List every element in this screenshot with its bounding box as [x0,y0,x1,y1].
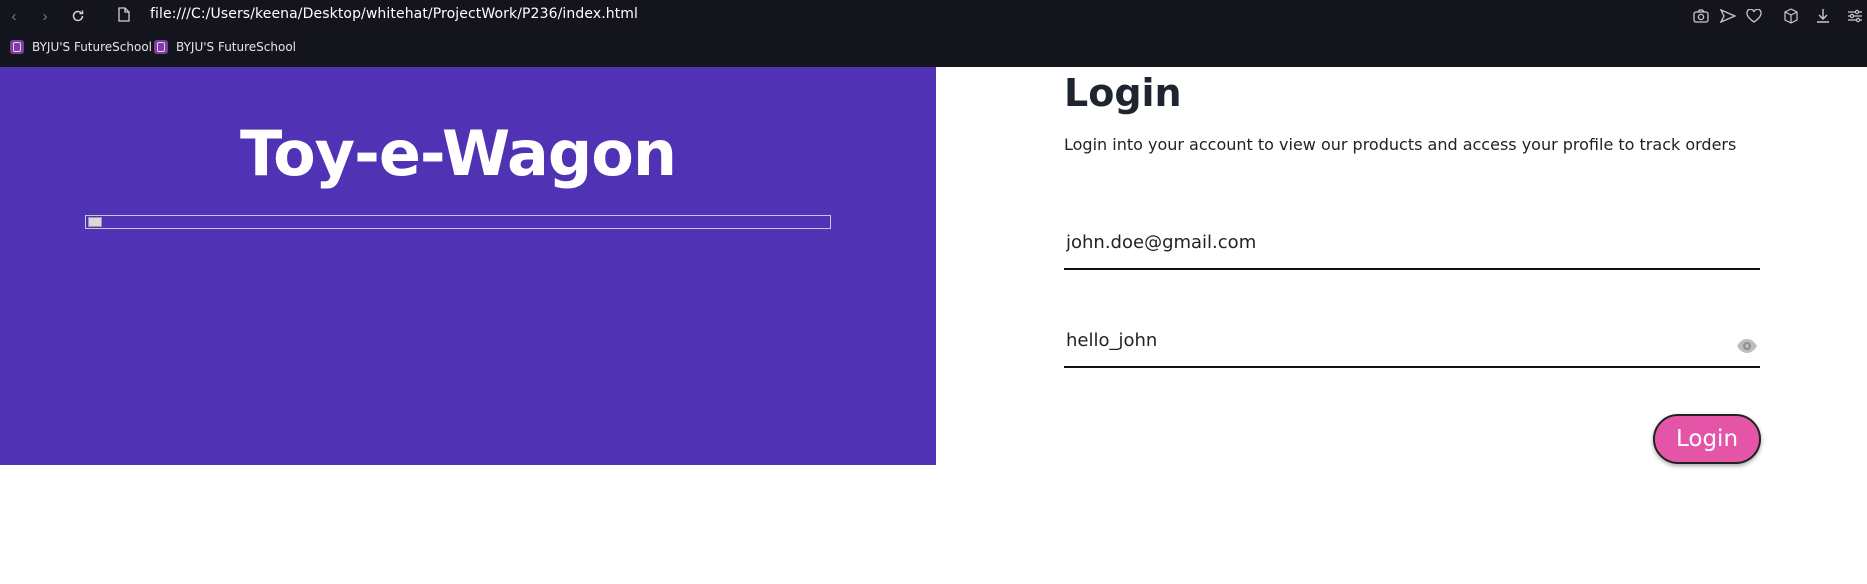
browser-toolbar: ‹ › file:///C:/Users/keena/Desktop/white… [0,0,1867,67]
email-field-container [1064,226,1760,270]
send-icon[interactable] [1717,6,1739,26]
camera-icon[interactable] [1690,6,1712,26]
password-field-container [1064,324,1760,368]
bookmark-item[interactable]: BYJU'S FutureSchool [154,40,296,54]
login-subtitle: Login into your account to view our prod… [1064,135,1737,154]
cube-icon[interactable] [1780,6,1802,26]
email-field[interactable] [1066,232,1706,253]
login-title: Login [1064,71,1182,115]
heart-icon[interactable] [1743,6,1765,26]
bookmark-favicon-icon [10,40,24,54]
address-bar[interactable]: file:///C:/Users/keena/Desktop/whitehat/… [150,6,638,22]
reload-icon[interactable] [66,4,90,28]
bookmark-favicon-icon [154,40,168,54]
login-button[interactable]: Login [1653,414,1761,464]
bookmarks-bar: BYJU'S FutureSchool BYJU'S FutureSchool [0,36,1867,62]
forward-icon[interactable]: › [33,4,57,28]
bookmark-label: BYJU'S FutureSchool [176,40,297,54]
page-icon [118,7,130,27]
bookmark-label: BYJU'S FutureSchool [32,40,153,54]
brand-title: Toy-e-Wagon [240,117,677,190]
password-field[interactable] [1066,330,1706,351]
back-icon[interactable]: ‹ [2,4,26,28]
broken-image-icon [88,217,102,227]
settings-sliders-icon[interactable] [1844,6,1866,26]
show-password-eye-icon[interactable] [1736,338,1758,354]
download-icon[interactable] [1812,6,1834,26]
bookmark-item[interactable]: BYJU'S FutureSchool [10,40,152,54]
hero-image [85,215,831,229]
hero-panel: Toy-e-Wagon [0,67,936,465]
